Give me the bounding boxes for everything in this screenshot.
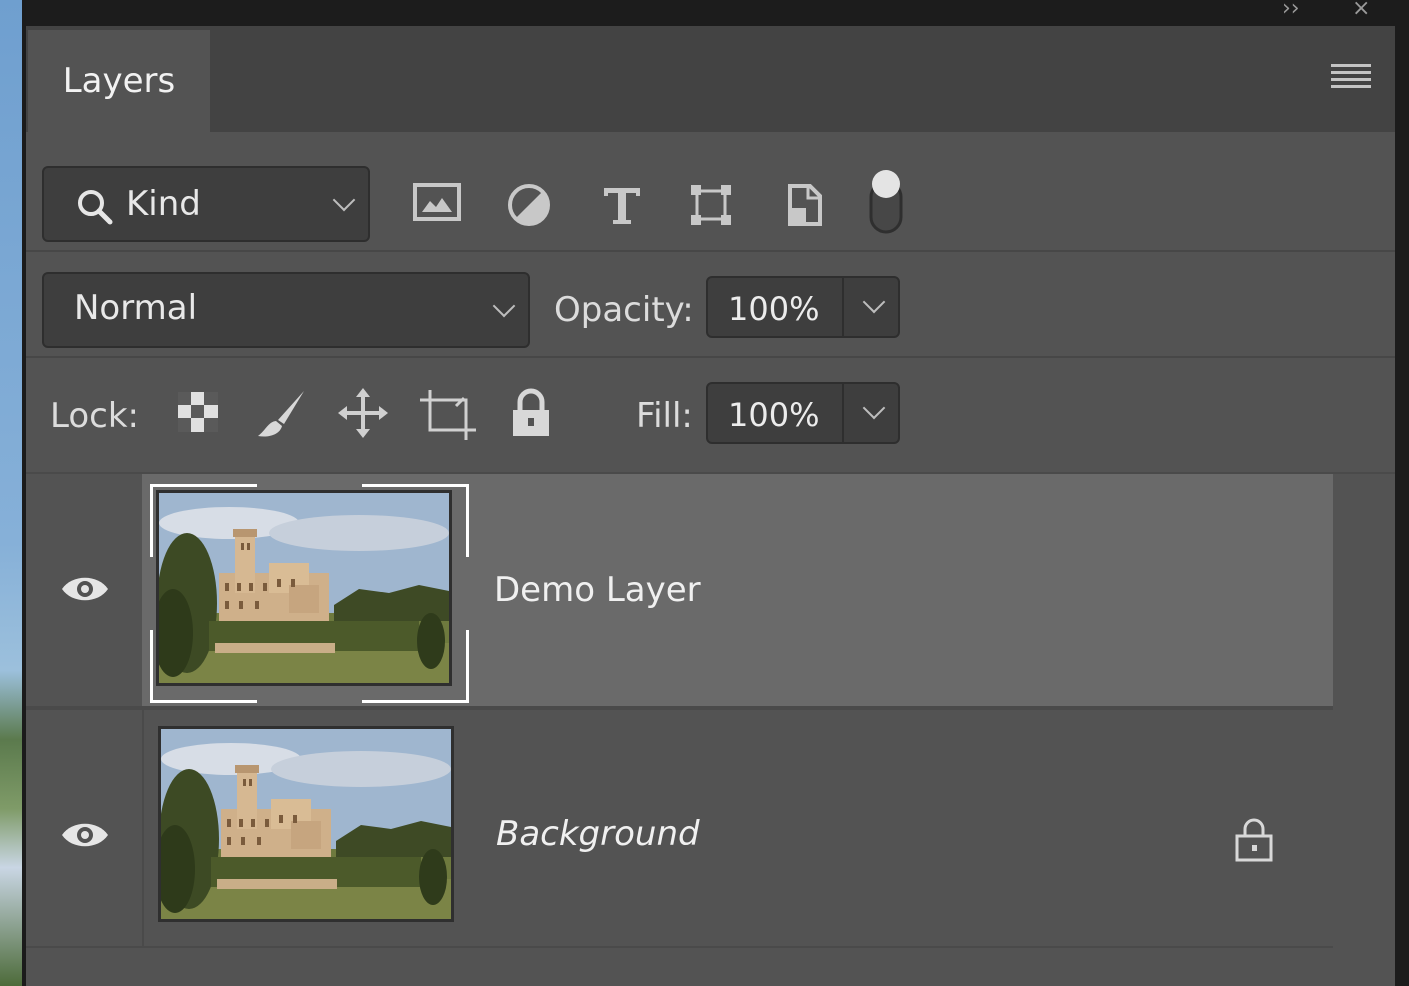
layer-name[interactable]: Demo Layer: [494, 570, 701, 610]
lock-label: Lock:: [50, 396, 139, 436]
divider: [26, 250, 1395, 252]
document-canvas-edge: [0, 0, 26, 986]
opacity-dropdown-chevron-icon[interactable]: [862, 290, 886, 314]
eye-icon[interactable]: [60, 574, 110, 604]
layer-thumbnail[interactable]: [156, 490, 452, 686]
castle-photo-thumbnail: [161, 729, 451, 919]
visibility-cell: [26, 710, 140, 946]
eye-icon[interactable]: [60, 820, 110, 850]
layer-row-background[interactable]: Background: [26, 710, 1333, 946]
type-layer-filter-icon[interactable]: [600, 184, 644, 226]
layer-content: Demo Layer: [142, 474, 1333, 706]
smart-object-filter-icon[interactable]: [784, 182, 826, 228]
opacity-label: Opacity:: [554, 290, 694, 330]
layer-thumbnail[interactable]: [158, 726, 454, 922]
chevron-down-icon: [492, 294, 516, 318]
panel-edge: [1395, 26, 1409, 986]
divider: [26, 356, 1395, 358]
lock-position-icon[interactable]: [338, 388, 388, 438]
opacity-field[interactable]: 100%: [706, 276, 900, 338]
divider: [26, 946, 1333, 948]
blend-mode-dropdown[interactable]: Normal: [42, 272, 530, 348]
close-panel-icon[interactable]: ×: [1352, 0, 1370, 20]
layer-name[interactable]: Background: [496, 814, 700, 854]
panel-title-bar: ›› ×: [26, 0, 1409, 26]
castle-photo-thumbnail: [159, 493, 449, 683]
fill-dropdown-chevron-icon[interactable]: [862, 396, 886, 420]
chevron-down-icon: [332, 188, 356, 212]
layer-content: Background: [142, 710, 1333, 946]
blend-mode-label: Normal: [74, 288, 198, 328]
lock-image-pixels-icon[interactable]: [254, 388, 308, 440]
visibility-cell: [26, 474, 140, 706]
layer-row-demo-layer[interactable]: Demo Layer: [26, 474, 1333, 706]
shape-layer-filter-icon[interactable]: [688, 182, 734, 228]
filter-toggle-icon[interactable]: [868, 168, 904, 236]
adjustment-layer-filter-icon[interactable]: [506, 182, 552, 228]
kind-filter-label: Kind: [126, 184, 201, 224]
panel-tab-bar: Layers: [26, 26, 1395, 132]
tab-layers-label: Layers: [62, 61, 176, 101]
layer-lock-icon[interactable]: [1234, 816, 1274, 862]
collapse-panel-icon[interactable]: ››: [1282, 0, 1300, 20]
lock-artboard-icon[interactable]: [420, 390, 476, 440]
layers-panel: Layers Kind Normal Opacity: 100% Lock: F…: [26, 26, 1395, 986]
fill-value[interactable]: 100%: [728, 396, 819, 434]
tab-layers[interactable]: Layers: [28, 30, 210, 132]
opacity-value[interactable]: 100%: [728, 290, 819, 328]
fill-field[interactable]: 100%: [706, 382, 900, 444]
lock-all-icon[interactable]: [510, 388, 552, 438]
kind-filter-dropdown[interactable]: Kind: [42, 166, 370, 242]
search-icon: [78, 190, 113, 225]
pixel-layer-filter-icon[interactable]: [412, 182, 462, 222]
divider: [842, 278, 844, 336]
lock-transparent-pixels-icon[interactable]: [176, 390, 220, 434]
panel-menu-icon[interactable]: [1331, 64, 1371, 90]
fill-label: Fill:: [636, 396, 693, 436]
divider: [842, 384, 844, 442]
